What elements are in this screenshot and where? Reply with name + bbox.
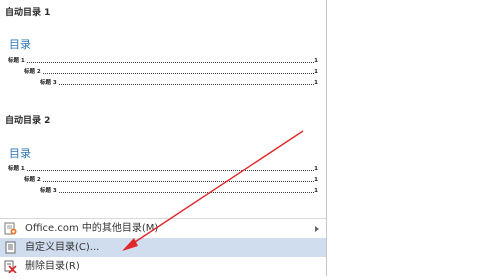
- custom-toc-menu-item[interactable]: 自定义目录(C)...: [0, 238, 326, 257]
- gallery-section-title: 自动目录 2: [5, 116, 51, 126]
- toc-preview-entry: 标题 1 1: [8, 57, 318, 66]
- toc-preview-entry: 标题 3 1: [40, 79, 318, 88]
- menu-item-label: 删除目录(R): [25, 261, 80, 272]
- toc-gallery-item-1[interactable]: 目录 标题 1 1 标题 2 1 标题 3 1: [0, 28, 326, 94]
- toc-gallery-item-2[interactable]: 目录 标题 1 1 标题 2 1 标题 3 1: [0, 136, 326, 204]
- toc-preview-entry: 标题 3 1: [40, 187, 318, 196]
- office-com-more-toc-menu-item[interactable]: Office.com 中的其他目录(M): [0, 219, 326, 238]
- remove-toc-menu-item[interactable]: 删除目录(R): [0, 257, 326, 276]
- toc-preview-heading: 目录: [9, 147, 31, 160]
- delete-icon: [4, 260, 17, 274]
- toc-preview-entry: 标题 2 1: [24, 176, 318, 185]
- document-area: [327, 0, 500, 276]
- toc-preview-entry: 标题 2 1: [24, 68, 318, 77]
- menu-item-label: Office.com 中的其他目录(M): [25, 223, 159, 234]
- gallery-section-title: 自动目录 1: [5, 8, 51, 18]
- office-web-icon: [4, 222, 17, 235]
- document-icon: [4, 241, 17, 254]
- toc-preview-heading: 目录: [9, 38, 31, 51]
- menu-item-label: 自定义目录(C)...: [25, 242, 100, 253]
- toc-dropdown-panel: 自动目录 1 目录 标题 1 1 标题 2 1 标题 3 1 自动目录 2 目录…: [0, 0, 326, 276]
- toc-preview-entry: 标题 1 1: [8, 165, 318, 174]
- submenu-arrow-icon: [315, 226, 319, 232]
